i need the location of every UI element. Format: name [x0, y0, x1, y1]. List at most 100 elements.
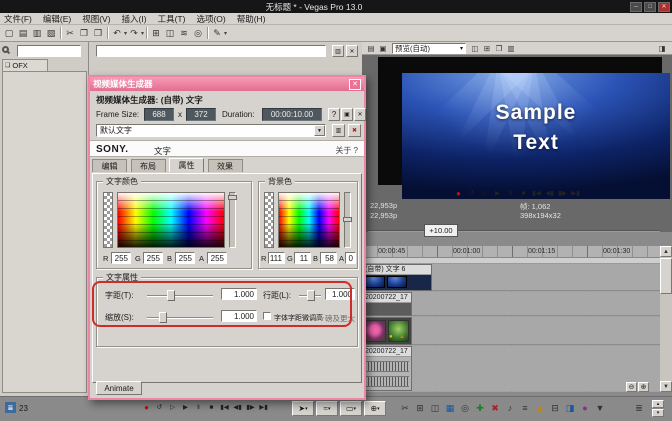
luminance-slider[interactable]	[344, 192, 351, 248]
tracking-value-field[interactable]: 1.000	[221, 288, 257, 300]
go-to-start-icon[interactable]: ▮◀	[218, 401, 231, 413]
zoom-out-icon[interactable]: ⊖	[626, 382, 637, 392]
pause-icon[interactable]: ‖	[192, 401, 205, 413]
help-button[interactable]: ?	[328, 108, 340, 121]
split-event-icon[interactable]: ✂	[398, 401, 412, 415]
line-spacing-slider[interactable]	[299, 295, 321, 297]
text-color-b-field[interactable]: 255	[175, 252, 195, 264]
pause-icon[interactable]: ‖	[504, 187, 517, 199]
external-monitor-icon[interactable]: ◨	[656, 43, 668, 54]
minimize-button[interactable]: ─	[630, 2, 642, 12]
menu-insert[interactable]: 插入(I)	[122, 13, 147, 25]
bg-color-b-field[interactable]: 58	[320, 252, 337, 264]
previous-frame-icon[interactable]: ◀▮	[231, 401, 244, 413]
scroll-up-icon[interactable]: ▲	[660, 246, 672, 257]
split-screen-view-icon[interactable]: ◫	[469, 43, 481, 54]
tool-dropdown-arrow-icon[interactable]: ▾	[224, 30, 227, 37]
frame-width-field[interactable]: 688	[144, 108, 174, 121]
bg-color-a-field[interactable]: 0	[345, 252, 356, 264]
scroll-down-icon[interactable]: ▼	[660, 381, 672, 392]
about-link[interactable]: 关于 ?	[335, 145, 358, 156]
text-color-a-field[interactable]: 255	[207, 252, 227, 264]
slider-thumb[interactable]	[343, 217, 352, 222]
record-icon[interactable]: ●	[140, 401, 153, 413]
preview-quality-icon[interactable]: ▣	[377, 43, 389, 54]
fx-preset-combo[interactable]	[96, 45, 326, 57]
timeline-event-audio[interactable]: 20200722_17	[362, 346, 412, 391]
maximize-button[interactable]: □	[644, 2, 656, 12]
menu-view[interactable]: 视图(V)	[82, 13, 110, 25]
menu-options[interactable]: 选项(O)	[196, 13, 225, 25]
bg-color-g-field[interactable]: 11	[294, 252, 311, 264]
zoom-edit-tool-icon[interactable]: ⊕▾	[364, 401, 386, 416]
project-video-properties-icon[interactable]: ▤	[365, 43, 377, 54]
alpha-strip[interactable]	[103, 192, 113, 248]
scroll-down-icon[interactable]: ▾	[652, 409, 664, 417]
video-view-icon[interactable]: ◨	[563, 401, 577, 415]
delete-icon[interactable]: ✖	[488, 401, 502, 415]
delete-preset-icon[interactable]: ✖	[348, 124, 361, 137]
copy-snapshot-icon[interactable]: ❐	[493, 43, 505, 54]
slider-thumb[interactable]	[159, 312, 167, 323]
go-to-start-icon[interactable]: ▮◀	[530, 187, 543, 199]
timeline-event-video[interactable]: 20200722_17	[362, 292, 412, 316]
menu-help[interactable]: 帮助(H)	[237, 13, 266, 25]
tracking-slider[interactable]	[147, 295, 213, 297]
mixer-icon[interactable]: ≡	[518, 401, 532, 415]
scrollbar-thumb[interactable]	[660, 258, 672, 294]
save-icon[interactable]: ▥	[30, 26, 44, 40]
track-count-icon[interactable]: ≣	[5, 402, 16, 413]
dialog-title-bar[interactable]: 视频媒体生成器 ✕	[90, 77, 364, 91]
plugin-close-button[interactable]: ✕	[354, 108, 366, 121]
fx-list-area[interactable]	[2, 71, 87, 393]
fx-search-input[interactable]	[17, 45, 81, 57]
slider-thumb[interactable]	[167, 290, 175, 301]
kern-checkbox[interactable]	[263, 312, 271, 320]
timeline-event-photos[interactable]: ● ▲	[362, 317, 412, 345]
save-preset-icon[interactable]: ▥	[332, 45, 344, 57]
dock-button[interactable]: ▣	[341, 108, 353, 121]
rate-slider-track[interactable]	[368, 230, 660, 232]
next-frame-icon[interactable]: ▮▶	[556, 187, 569, 199]
play-icon[interactable]: ▶	[179, 401, 192, 413]
shrink-track-icon[interactable]: ⊟	[548, 401, 562, 415]
slider-thumb[interactable]	[228, 195, 237, 200]
timeline-tracks[interactable]: (自带) 文字 6 20200722_17 ● ▲ 20200722_17	[362, 264, 660, 392]
hamburger-menu-icon[interactable]: ≣	[632, 401, 646, 415]
scale-slider[interactable]	[147, 317, 213, 319]
bg-color-r-field[interactable]: 111	[268, 252, 285, 264]
text-color-r-field[interactable]: 255	[111, 252, 131, 264]
paste-icon[interactable]: ❒	[91, 26, 105, 40]
save-preset-icon[interactable]: ▥	[332, 124, 345, 137]
menu-tools[interactable]: 工具(T)	[158, 13, 186, 25]
slider-thumb[interactable]	[307, 290, 315, 301]
scroll-up-icon[interactable]: ▴	[652, 400, 664, 408]
tab-edit[interactable]: 编辑	[92, 159, 127, 172]
search-icon[interactable]	[2, 45, 14, 57]
insert-marker-icon[interactable]: ✚	[473, 401, 487, 415]
redo-dropdown-arrow-icon[interactable]: ▾	[141, 30, 144, 37]
scale-value-field[interactable]: 1.000	[221, 310, 257, 322]
alpha-strip[interactable]	[264, 192, 274, 248]
save-snapshot-icon[interactable]: ▥	[505, 43, 517, 54]
new-project-icon[interactable]: ▢	[2, 26, 16, 40]
project-properties-icon[interactable]: ▧	[44, 26, 58, 40]
chevron-down-icon[interactable]: ▼	[314, 125, 325, 136]
auto-crossfades-icon[interactable]: ◫	[163, 26, 177, 40]
play-from-start-icon[interactable]: ▷	[166, 401, 179, 413]
text-color-g-field[interactable]: 255	[143, 252, 163, 264]
record-icon[interactable]: ●	[452, 187, 465, 199]
preview-quality-dropdown[interactable]: 预览(自动) ▾	[392, 43, 466, 54]
go-to-end-icon[interactable]: ▶▮	[257, 401, 270, 413]
tab-ofx[interactable]: ❏ OFX	[2, 59, 48, 71]
previous-frame-icon[interactable]: ◀▮	[543, 187, 556, 199]
rate-value-box[interactable]: +10.00	[424, 224, 458, 237]
undo-icon[interactable]: ↶	[110, 26, 124, 40]
redo-icon[interactable]: ↷	[127, 26, 141, 40]
crossfade-icon[interactable]: ◫	[428, 401, 442, 415]
timeline-scrollbar[interactable]: ▲ ▼	[660, 246, 672, 392]
next-frame-icon[interactable]: ▮▶	[244, 401, 257, 413]
snap-grid-icon[interactable]: ⊞	[413, 401, 427, 415]
normal-edit-tool-icon[interactable]: ➤▾	[292, 401, 314, 416]
stop-icon[interactable]: ■	[205, 401, 218, 413]
